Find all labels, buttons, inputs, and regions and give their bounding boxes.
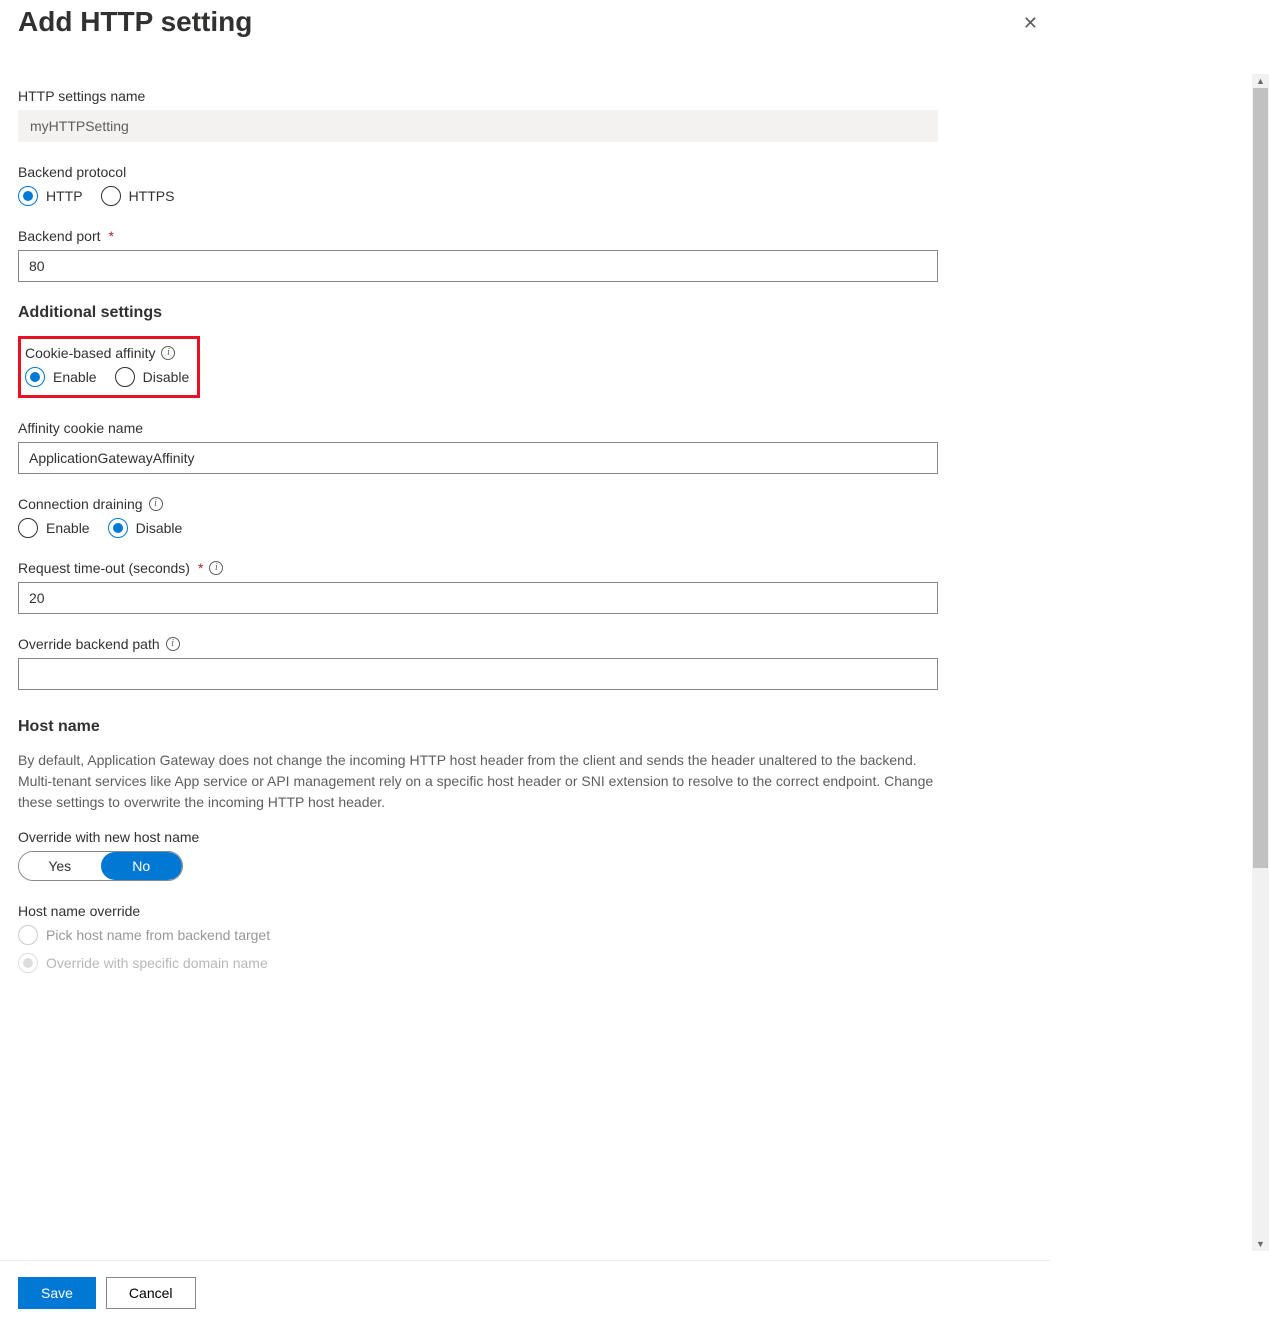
field-connection-draining: Connection draining i Enable Disable — [18, 496, 1038, 538]
radio-host-override-specific: Override with specific domain name — [18, 953, 1038, 973]
radio-label: Enable — [53, 369, 97, 385]
info-icon[interactable]: i — [149, 497, 163, 511]
field-override-host-name: Override with new host name Yes No — [18, 829, 1038, 881]
required-marker: * — [198, 560, 203, 576]
label-cookie-affinity: Cookie-based affinity — [25, 345, 155, 361]
label-affinity-cookie-name: Affinity cookie name — [18, 420, 143, 436]
field-backend-port: Backend port * — [18, 228, 1038, 282]
close-icon[interactable]: ✕ — [1019, 10, 1042, 36]
radio-label: Disable — [136, 520, 183, 536]
info-icon[interactable]: i — [161, 346, 175, 360]
label-override-host-name: Override with new host name — [18, 829, 199, 845]
field-override-backend-path: Override backend path i — [18, 636, 1038, 690]
info-icon[interactable]: i — [166, 637, 180, 651]
radio-cookie-affinity-enable[interactable]: Enable — [25, 367, 97, 387]
radio-host-override-pick: Pick host name from backend target — [18, 925, 1038, 945]
highlight-cookie-affinity: Cookie-based affinity i Enable Disable — [18, 336, 200, 398]
input-affinity-cookie-name[interactable] — [18, 442, 938, 474]
input-backend-port[interactable] — [18, 250, 938, 282]
radio-connection-draining-disable[interactable]: Disable — [108, 518, 183, 538]
add-http-setting-panel: Add HTTP setting ✕ HTTP settings name Ba… — [0, 0, 1050, 1333]
scroll-down-icon[interactable]: ▼ — [1252, 1237, 1269, 1251]
label-http-settings-name: HTTP settings name — [18, 88, 145, 104]
required-marker: * — [109, 228, 114, 244]
panel-header: Add HTTP setting — [18, 0, 1032, 66]
radio-backend-protocol-http[interactable]: HTTP — [18, 186, 83, 206]
host-name-description: By default, Application Gateway does not… — [18, 750, 938, 813]
section-additional-settings: Additional settings — [18, 304, 1038, 322]
input-http-settings-name[interactable] — [18, 110, 938, 142]
field-http-settings-name: HTTP settings name — [18, 88, 1038, 142]
scroll-up-icon[interactable]: ▲ — [1252, 74, 1269, 88]
toggle-override-host-name: Yes No — [18, 851, 183, 881]
save-button[interactable]: Save — [18, 1277, 96, 1309]
radio-label: Enable — [46, 520, 90, 536]
label-override-backend-path: Override backend path — [18, 636, 160, 652]
input-request-timeout[interactable] — [18, 582, 938, 614]
label-connection-draining: Connection draining — [18, 496, 143, 512]
panel-title: Add HTTP setting — [18, 6, 1032, 38]
input-override-backend-path[interactable] — [18, 658, 938, 690]
radio-backend-protocol-https[interactable]: HTTPS — [101, 186, 175, 206]
field-affinity-cookie-name: Affinity cookie name — [18, 420, 1038, 474]
radio-connection-draining-enable[interactable]: Enable — [18, 518, 90, 538]
radio-cookie-affinity-disable[interactable]: Disable — [115, 367, 190, 387]
radio-label: HTTPS — [129, 188, 175, 204]
radio-label: HTTP — [46, 188, 83, 204]
radio-label: Pick host name from backend target — [46, 927, 270, 943]
toggle-yes[interactable]: Yes — [19, 852, 101, 880]
radio-label: Override with specific domain name — [46, 955, 268, 971]
label-request-timeout: Request time-out (seconds) — [18, 560, 190, 576]
label-backend-port: Backend port — [18, 228, 101, 244]
cancel-button[interactable]: Cancel — [106, 1277, 196, 1309]
section-host-name: Host name — [18, 718, 1038, 736]
form-scroll-area: HTTP settings name Backend protocol HTTP… — [18, 88, 1038, 1243]
radio-label: Disable — [143, 369, 190, 385]
footer-bar: Save Cancel — [0, 1260, 1050, 1333]
label-host-name-override: Host name override — [18, 903, 140, 919]
label-backend-protocol: Backend protocol — [18, 164, 126, 180]
field-backend-protocol: Backend protocol HTTP HTTPS — [18, 164, 1038, 206]
scrollbar-track[interactable]: ▲ ▼ — [1252, 74, 1269, 1251]
field-request-timeout: Request time-out (seconds) * i — [18, 560, 1038, 614]
scrollbar-thumb[interactable] — [1253, 88, 1268, 868]
field-host-name-override: Host name override Pick host name from b… — [18, 903, 1038, 973]
toggle-no[interactable]: No — [101, 852, 183, 880]
info-icon[interactable]: i — [209, 561, 223, 575]
